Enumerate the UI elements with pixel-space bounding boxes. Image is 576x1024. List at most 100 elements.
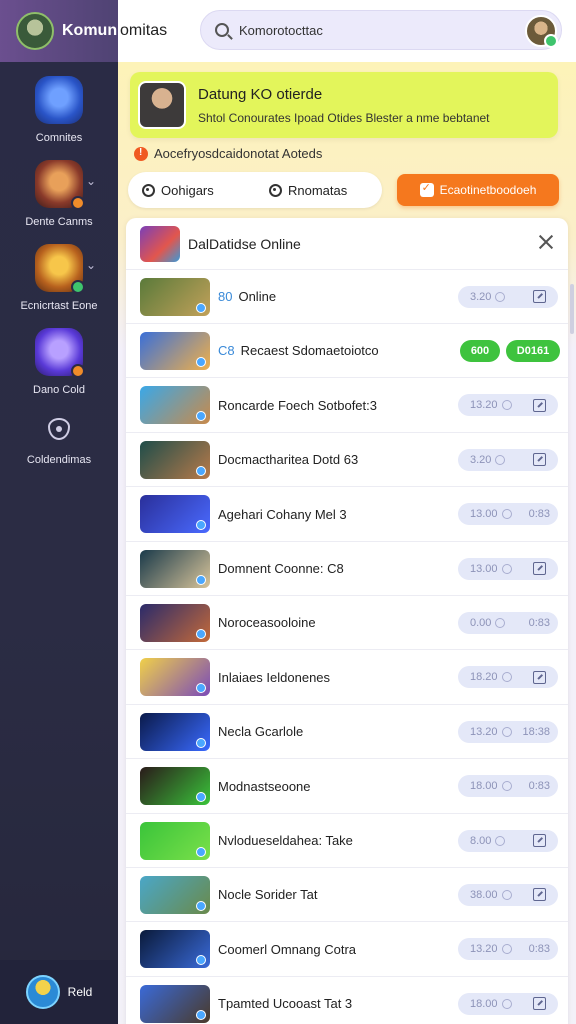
time-pill[interactable]: 13.00 xyxy=(458,557,558,580)
status-badge xyxy=(71,196,85,210)
list-item[interactable]: Coomerl Omnang Cotra 13.20 0:83 xyxy=(126,923,568,977)
time-pill[interactable]: 0.00 0:83 xyxy=(458,611,558,634)
game-thumbnail xyxy=(140,386,210,425)
platform-badge xyxy=(196,411,206,422)
edit-icon[interactable] xyxy=(533,670,546,684)
time-pill[interactable]: 8.00 xyxy=(458,829,558,852)
avatar[interactable] xyxy=(25,975,60,1009)
sidebar-item-label: Dano Cold xyxy=(33,384,85,396)
list-item[interactable]: C8 Recaest Sdomaetoiotco 600 D0161 xyxy=(126,324,568,379)
row-title: Noroceasooloine xyxy=(218,615,316,631)
game-thumbnail xyxy=(140,930,210,969)
search-input[interactable] xyxy=(239,22,509,38)
scrollbar[interactable] xyxy=(570,284,574,334)
list-item[interactable]: 80 Online 3.20 xyxy=(126,270,568,324)
check-icon xyxy=(419,181,434,197)
list-item[interactable]: Roncarde Foech Sotbofet:3 13.20 xyxy=(126,379,568,433)
edit-icon[interactable] xyxy=(533,398,546,412)
row-title: Inlaiaes Ieldonenes xyxy=(218,669,331,685)
platform-badge xyxy=(196,955,206,966)
list-item[interactable]: Modnastseoone 18.00 0:83 xyxy=(126,760,568,814)
list-item[interactable]: Necla Gcarlole 13.20 18:38 xyxy=(126,705,568,760)
duration-value: 0:83 xyxy=(528,508,550,521)
edit-icon[interactable] xyxy=(533,997,546,1011)
edit-icon[interactable] xyxy=(533,562,546,575)
sidebar-item-comnites[interactable]: Comnites xyxy=(0,76,118,144)
time-pill[interactable]: 18.00 0:83 xyxy=(458,775,558,798)
platform-badge xyxy=(196,792,206,803)
search-icon[interactable] xyxy=(215,23,229,37)
chevron-down-icon[interactable]: ⌄ xyxy=(86,258,96,272)
chevron-down-icon[interactable]: ⌄ xyxy=(86,174,96,188)
duration-value: 0:83 xyxy=(528,943,550,956)
filter-oohigars[interactable]: Oohigars xyxy=(128,183,255,198)
sidebar-item-label: Comnites xyxy=(35,132,83,144)
sidebar-item-coldendimas[interactable]: Coldendimas xyxy=(0,418,118,466)
edit-icon[interactable] xyxy=(533,290,546,303)
filter-rnomatas[interactable]: Rnomatas xyxy=(255,183,382,198)
edit-icon[interactable] xyxy=(533,834,546,847)
list-item[interactable]: Domnent Coonne: C8 13.00 xyxy=(126,542,568,596)
status-badge[interactable]: D0161 xyxy=(506,339,560,362)
close-icon[interactable] xyxy=(538,234,554,250)
list-item[interactable]: Nocle Sorider Tat 38.00 xyxy=(126,868,568,923)
row-title: Modnastseoone xyxy=(218,778,311,794)
search-bar[interactable] xyxy=(200,10,562,50)
time-value: 38.00 xyxy=(470,888,498,901)
time-pill[interactable]: 13.00 0:83 xyxy=(458,503,558,526)
filter-label: Rnomatas xyxy=(288,182,348,198)
sidebar-item-ecnicrtast-eone[interactable]: ⌄ Ecnicrtast Eone xyxy=(0,244,118,312)
list-item[interactable]: Agehari Cohany Mel 3 13.00 0:83 xyxy=(126,488,568,542)
time-pill[interactable]: 13.20 xyxy=(458,394,558,417)
user-profile[interactable]: Reld xyxy=(0,960,118,1024)
sidebar: Komuni Comnites ⌄ Dente Canms ⌄ Ecnicrta… xyxy=(0,0,122,1024)
clock-icon xyxy=(501,889,512,900)
edit-icon[interactable] xyxy=(533,453,546,467)
edit-icon[interactable] xyxy=(533,888,546,902)
time-pill[interactable]: 38.00 xyxy=(458,883,558,906)
time-pill[interactable]: 13.20 0:83 xyxy=(458,938,558,961)
list-item[interactable]: Noroceasooloine 0.00 0:83 xyxy=(126,596,568,651)
platform-badge xyxy=(196,574,206,585)
time-value: 18.00 xyxy=(470,780,498,793)
list-item[interactable]: Inlaiaes Ieldonenes 18.20 xyxy=(126,651,568,705)
row-prefix: 80 xyxy=(218,289,233,304)
game-thumbnail xyxy=(35,160,85,210)
panel-title: DalDatidse Online xyxy=(188,235,301,252)
sidebar-item-dano-cold[interactable]: Dano Cold xyxy=(0,328,118,396)
cta-button[interactable]: Ecaotinetboodoeh xyxy=(397,174,559,206)
banner-subtitle: Shtol Conourates Ipoad Otides Blester a … xyxy=(198,110,490,125)
sidebar-item-label: Coldendimas xyxy=(26,454,92,466)
status-badge xyxy=(71,364,85,378)
list-item[interactable]: Docmactharitea Dotd 63 3.20 xyxy=(126,433,568,488)
time-pill[interactable]: 18.20 xyxy=(458,666,558,689)
time-pill[interactable]: 3.20 xyxy=(458,448,558,471)
time-pill[interactable]: 13.20 18:38 xyxy=(458,720,558,743)
promo-banner[interactable]: Datung KO otierde Shtol Conourates Ipoad… xyxy=(130,72,558,138)
filter-icon xyxy=(142,183,155,197)
avatar[interactable] xyxy=(525,15,558,48)
time-pill[interactable]: 3.20 xyxy=(458,285,558,308)
clock-icon xyxy=(495,617,506,628)
duration-value: 0:83 xyxy=(528,780,550,793)
sidebar-item-dente-canms[interactable]: ⌄ Dente Canms xyxy=(0,160,118,228)
time-value: 13.20 xyxy=(470,725,498,738)
game-thumbnail xyxy=(140,658,210,697)
list-item[interactable]: Tpamted Ucooast Tat 3 18.00 xyxy=(126,977,568,1024)
list-item[interactable]: Nvlodueseldahea: Take 8.00 xyxy=(126,814,568,868)
status-badge[interactable]: 600 xyxy=(460,339,500,362)
clock-icon xyxy=(501,781,512,792)
clock-icon xyxy=(495,454,506,465)
banner-title: Datung KO otierde xyxy=(198,85,323,103)
filter-bar: Oohigars Rnomatas xyxy=(128,172,382,208)
row-title: Roncarde Foech Sotbofet:3 xyxy=(218,397,377,413)
status-badge xyxy=(71,280,85,294)
time-value: 3.20 xyxy=(470,290,492,303)
filter-label: Oohigars xyxy=(161,182,214,198)
row-title: Agehari Cohany Mel 3 xyxy=(218,506,347,522)
time-pill[interactable]: 18.00 xyxy=(458,992,558,1015)
clock-icon xyxy=(495,835,506,846)
clock-icon xyxy=(501,400,512,411)
clock-icon xyxy=(501,944,512,955)
clock-icon xyxy=(495,291,506,302)
